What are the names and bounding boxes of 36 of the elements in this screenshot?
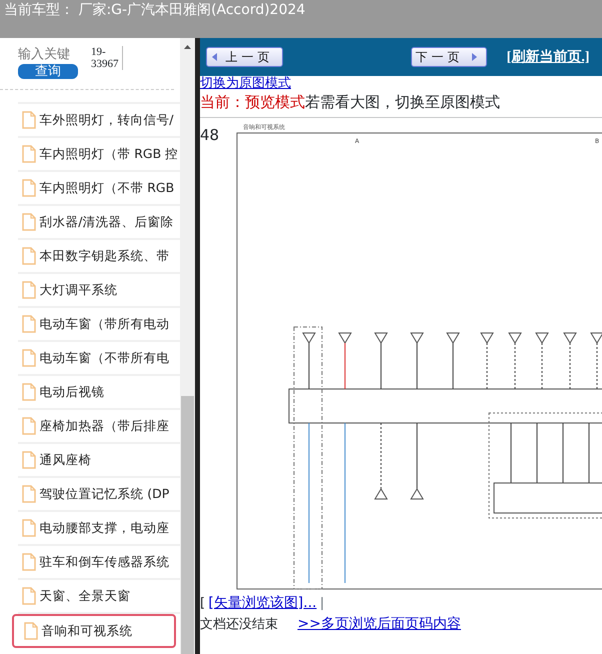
next-page-button[interactable]: 下一页	[410, 47, 488, 67]
document-status-text: 文档还没结束	[200, 616, 278, 634]
scrollbar[interactable]	[180, 38, 195, 654]
search-field[interactable]: 输入关键	[18, 46, 78, 64]
file-icon	[22, 111, 36, 129]
vehicle-title: 当前车型： 厂家:G-广汽本田雅阁(Accord)2024	[4, 2, 306, 18]
more-pages-link[interactable]: >>多页浏览后面页码内容	[298, 614, 461, 635]
file-icon	[22, 213, 36, 231]
file-icon	[22, 417, 36, 435]
file-icon	[22, 315, 36, 333]
prev-page-button[interactable]: 上一页	[206, 47, 282, 67]
page-number: 48	[200, 125, 220, 146]
scroll-thumb[interactable]	[181, 396, 194, 654]
file-icon	[22, 179, 36, 197]
file-icon	[22, 485, 36, 503]
file-icon	[22, 451, 36, 469]
file-icon	[22, 349, 36, 367]
vector-view-link[interactable]: [矢量浏览该图]...	[208, 593, 317, 614]
file-icon	[22, 587, 36, 605]
refresh-link[interactable]: [刷新当前页.]	[506, 46, 590, 68]
bracket-text: [	[200, 594, 206, 613]
file-icon	[22, 247, 36, 265]
mode-switch-link[interactable]: 切换为原图模式	[200, 76, 291, 91]
file-icon	[22, 281, 36, 299]
keyword-text: 19-33967	[91, 46, 123, 70]
right-arrow-icon	[470, 52, 478, 62]
file-icon	[22, 383, 36, 401]
search-button[interactable]: 查询	[18, 64, 78, 79]
separator-text: |	[320, 594, 324, 613]
sidebar-item[interactable]: 音响和可视系统	[12, 614, 176, 648]
file-icon	[22, 553, 36, 571]
left-arrow-icon	[211, 52, 219, 62]
mode-text: 当前：预览模式若需看大图，切换至原图模式	[200, 92, 501, 113]
file-icon	[24, 622, 38, 640]
file-icon	[22, 519, 36, 537]
file-icon	[22, 145, 36, 163]
